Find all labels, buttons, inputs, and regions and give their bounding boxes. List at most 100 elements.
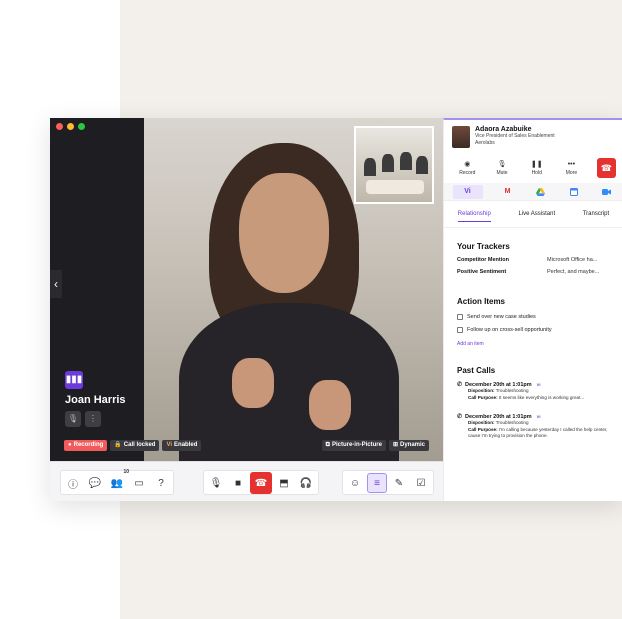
info-button[interactable]: ⓘ xyxy=(63,473,83,493)
mute-button[interactable]: 🎙 Mute xyxy=(485,160,520,176)
dynamic-label: Dynamic xyxy=(399,442,425,448)
disposition-label: Disposition: xyxy=(468,420,495,425)
mic-button[interactable]: 🎙 xyxy=(206,473,226,493)
help-button[interactable]: ? xyxy=(151,473,171,493)
mic-icon: 🎙 xyxy=(209,477,223,489)
camera-icon: ■ xyxy=(234,477,242,489)
tab-transcript[interactable]: Transcript xyxy=(583,211,609,222)
info-icon[interactable]: ⋮ xyxy=(85,411,101,427)
tasks-button[interactable]: ☑ xyxy=(411,473,431,493)
pause-icon: ❚❚ xyxy=(530,161,543,168)
toolbar-info-group: ⓘ 💬 👥 10 ▭ ? xyxy=(60,469,174,495)
video-layout-tools: ⧉ Picture-in-Picture ⊞ Dynamic xyxy=(321,440,429,451)
chevron-left-icon: ‹ xyxy=(54,277,58,291)
contact-company: Aerolabs xyxy=(475,140,495,146)
video-area: ‹ ▮▮▮ Joan Harris 🎙 ⋮ ● Recording 🔒 Call… xyxy=(50,118,443,461)
phone-icon: ✆ xyxy=(457,382,463,388)
speaker-left-hand xyxy=(232,358,274,408)
app-vi[interactable]: Vi xyxy=(452,184,483,199)
past-call-entry[interactable]: ✆ December 20th at 1:01pm VI Disposition… xyxy=(457,413,615,440)
tracker-value: Perfect, and maybe... xyxy=(547,269,600,275)
vr-button[interactable]: ▭ xyxy=(129,473,149,493)
info-icon: ⓘ xyxy=(68,479,78,491)
tab-live-assistant[interactable]: Live Assistant xyxy=(518,211,555,222)
action-item[interactable]: Follow up on cross-sell opportunity xyxy=(457,327,552,333)
record-label: Record xyxy=(459,170,476,176)
action-item-checkbox[interactable] xyxy=(457,314,463,320)
record-button[interactable]: ◉ Record xyxy=(450,160,485,176)
caller-info-panel xyxy=(50,118,144,461)
call-status-bar: ● Recording 🔒 Call locked Vi Enabled xyxy=(64,440,202,451)
chat-button[interactable]: 💬 xyxy=(85,473,105,493)
headphones-icon: 🎧 xyxy=(299,477,313,489)
maximize-window-button[interactable] xyxy=(78,123,85,130)
contact-title: Vice President of Sales Enablement xyxy=(475,133,555,139)
tracker-row[interactable]: Positive Sentiment Perfect, and maybe... xyxy=(457,269,613,275)
toolbar-call-group: 🎙 ■ ☎ ⬒ 🎧 xyxy=(203,470,319,495)
call-actions: ◉ Record 🎙 Mute ❚❚ Hold ••• More ☎ xyxy=(450,158,617,178)
share-screen-button[interactable]: ⬒ xyxy=(274,473,294,493)
help-icon: ? xyxy=(158,477,164,489)
action-item-checkbox[interactable] xyxy=(457,327,463,333)
record-icon: ● xyxy=(68,442,72,448)
tabs-divider xyxy=(444,227,622,228)
phone-icon: ✆ xyxy=(457,414,463,420)
phone-hangup-icon: ☎ xyxy=(254,477,268,489)
pip-icon: ⧉ xyxy=(325,442,330,448)
calendar-icon[interactable] xyxy=(566,185,582,199)
end-call-button[interactable]: ☎ xyxy=(250,472,272,494)
more-icon: ••• xyxy=(567,160,576,168)
speaker-face xyxy=(239,173,329,293)
disposition-label: Disposition: xyxy=(468,388,495,393)
hang-up-button[interactable]: ☎ xyxy=(596,158,617,178)
google-drive-icon[interactable] xyxy=(533,185,549,199)
past-call-date: December 20th at 1:01pm xyxy=(465,381,532,388)
gmail-icon[interactable]: M xyxy=(500,185,516,199)
past-calls-title: Past Calls xyxy=(457,366,496,375)
chat-icon: 💬 xyxy=(88,477,102,489)
minimize-window-button[interactable] xyxy=(67,123,74,130)
past-call-date: December 20th at 1:01pm xyxy=(465,413,532,420)
disposition-value: Troubleshooting xyxy=(495,388,529,393)
caller-quick-actions: 🎙 ⋮ xyxy=(65,411,101,427)
pip-label: Picture-in-Picture xyxy=(331,442,382,448)
picture-in-picture-button[interactable]: ⧉ Picture-in-Picture xyxy=(321,440,386,451)
record-icon: ◉ xyxy=(464,161,471,168)
close-window-button[interactable] xyxy=(56,123,63,130)
meeting-participant xyxy=(382,154,394,172)
sidebar-tabs: Relationship Live Assistant Transcript xyxy=(444,211,622,222)
people-icon: 👥 xyxy=(110,477,124,489)
annotate-button[interactable]: ✎ xyxy=(389,473,409,493)
picture-in-picture-thumbnail[interactable] xyxy=(354,126,434,204)
more-button[interactable]: ••• More xyxy=(554,161,589,176)
camera-button[interactable]: ■ xyxy=(228,473,248,493)
tracker-row[interactable]: Competitor Mention Microsoft Office ha..… xyxy=(457,257,613,263)
add-action-item-link[interactable]: Add an item xyxy=(457,341,484,347)
mic-icon[interactable]: 🎙 xyxy=(65,411,81,427)
vi-logo: Vi xyxy=(464,188,471,195)
grid-icon: ⊞ xyxy=(392,442,398,448)
dynamic-layout-button[interactable]: ⊞ Dynamic xyxy=(388,440,429,451)
meeting-participant xyxy=(364,158,376,176)
call-locked-badge: 🔒 Call locked xyxy=(110,440,160,451)
integration-apps: Vi M xyxy=(444,183,622,201)
pencil-icon: ✎ xyxy=(394,477,404,489)
video-app-icon[interactable] xyxy=(599,185,615,199)
speaker-right-hand xyxy=(309,380,351,430)
collapse-panel-button[interactable]: ‹ xyxy=(50,270,62,298)
emoji-button[interactable]: ☺ xyxy=(345,473,365,493)
contact-header: Adaora Azabuike Vice President of Sales … xyxy=(452,126,555,148)
tracker-name: Competitor Mention xyxy=(457,257,509,263)
tab-relationship[interactable]: Relationship xyxy=(457,211,491,222)
trackers-title: Your Trackers xyxy=(457,242,510,251)
hold-label: Hold xyxy=(531,170,542,176)
notes-button[interactable]: ≡ xyxy=(367,473,387,493)
past-call-entry[interactable]: ✆ December 20th at 1:01pm VI Disposition… xyxy=(457,381,615,401)
call-purpose-label: Call Purpose: xyxy=(468,394,498,400)
action-item[interactable]: Send over new case studies xyxy=(457,314,536,320)
audio-button[interactable]: 🎧 xyxy=(296,473,316,493)
meeting-table xyxy=(366,180,424,194)
participants-button[interactable]: 👥 10 xyxy=(107,469,129,493)
hold-button[interactable]: ❚❚ Hold xyxy=(519,160,554,176)
vi-tag: VI xyxy=(536,382,541,387)
